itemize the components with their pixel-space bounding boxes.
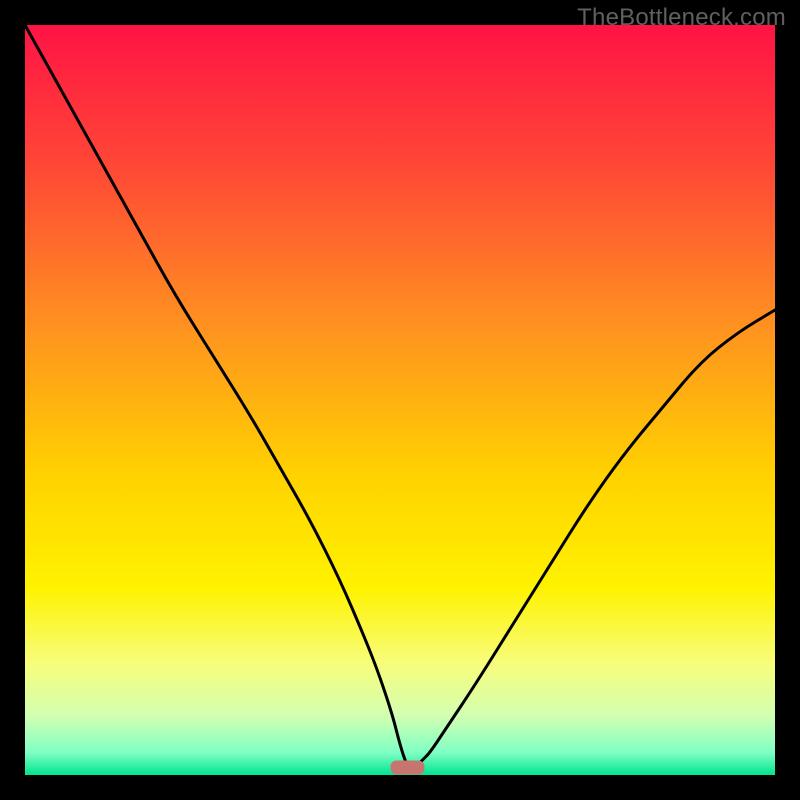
gradient-background	[25, 25, 775, 775]
bottleneck-chart	[25, 25, 775, 775]
watermark-text: TheBottleneck.com	[577, 4, 786, 32]
plot-area	[25, 25, 775, 775]
optimal-marker	[391, 761, 425, 775]
chart-frame: TheBottleneck.com	[0, 0, 800, 800]
